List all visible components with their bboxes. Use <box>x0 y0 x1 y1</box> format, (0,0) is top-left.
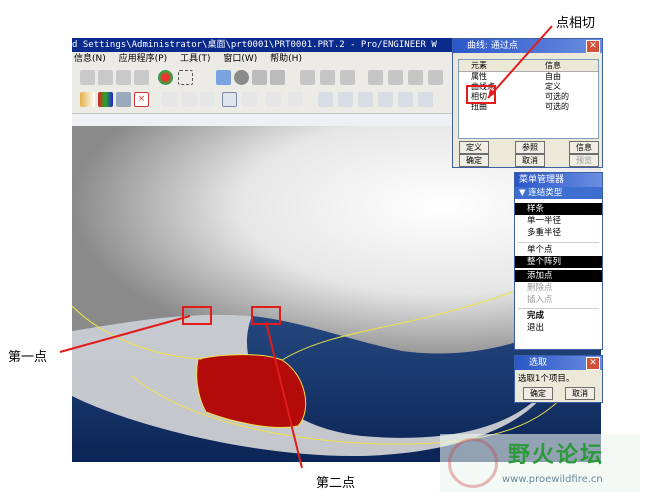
watermark-name: 野火论坛 <box>508 443 605 468</box>
first-point-arrow <box>59 315 191 353</box>
annotation-second-point: 第二点 <box>316 476 356 491</box>
first-point-box <box>182 306 212 325</box>
tangent-arrow <box>487 25 553 99</box>
watermark: 野火论坛 www.proewildfire.cn <box>440 434 640 492</box>
annotation-tangent: 点相切 <box>556 16 596 31</box>
watermark-url: www.proewildfire.cn <box>502 474 603 485</box>
annotation-overlay <box>59 25 553 469</box>
second-point-box <box>251 306 281 325</box>
flame-logo-icon <box>448 438 498 488</box>
second-point-arrow <box>265 321 303 469</box>
annotation-first-point: 第一点 <box>8 350 48 365</box>
